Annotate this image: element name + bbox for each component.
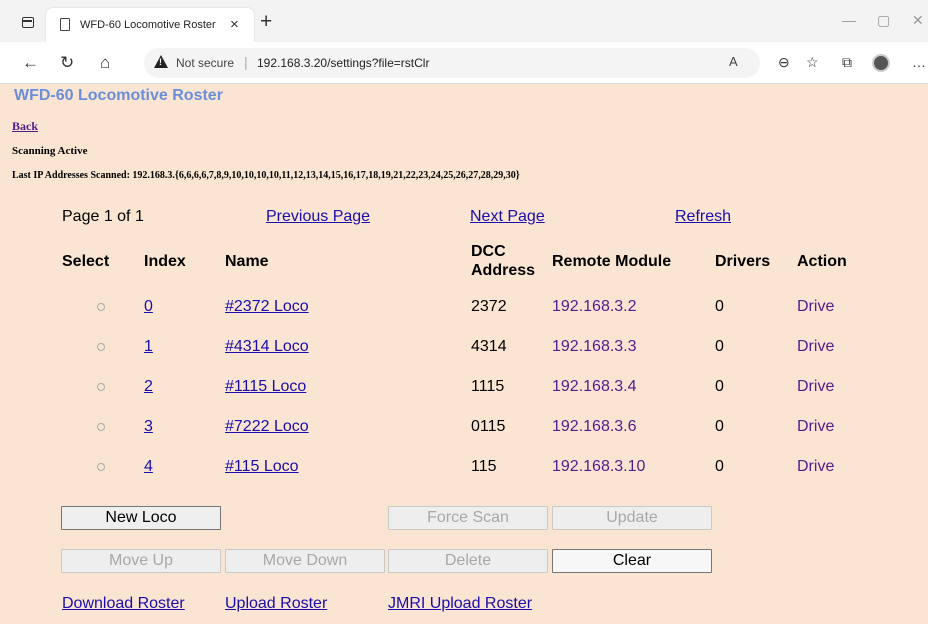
minimize-icon[interactable]: —	[842, 12, 856, 28]
page-icon	[60, 18, 70, 31]
clear-button[interactable]: Clear	[552, 549, 712, 573]
back-link[interactable]: Back	[12, 119, 38, 134]
zoom-icon[interactable]: ⊖	[778, 54, 790, 71]
browser-tab-bar: WFD-60 Locomotive Roster × + — ▢ ✕	[0, 0, 928, 42]
drive-link[interactable]: Drive	[797, 378, 834, 396]
name-link[interactable]: #7222 Loco	[225, 418, 309, 436]
table-row: 4 #115 Loco 115 192.168.3.10 0 Drive	[0, 450, 928, 490]
new-loco-button[interactable]: New Loco	[61, 506, 221, 530]
drivers-count: 0	[715, 378, 724, 395]
page-title: WFD-60 Locomotive Roster	[14, 87, 223, 104]
tab-actions-icon[interactable]	[22, 17, 34, 28]
dcc-address: 1115	[471, 378, 505, 395]
header-select: Select	[62, 253, 110, 270]
update-button[interactable]: Update	[552, 506, 712, 530]
table-row: 0 #2372 Loco 2372 192.168.3.2 0 Drive	[0, 290, 928, 330]
more-icon[interactable]: …	[912, 54, 926, 70]
collections-icon[interactable]: ⧉	[842, 54, 852, 71]
select-radio[interactable]	[97, 463, 105, 471]
browser-tab[interactable]: WFD-60 Locomotive Roster ×	[46, 8, 254, 42]
maximize-icon[interactable]: ▢	[877, 12, 890, 29]
name-link[interactable]: #4314 Loco	[225, 338, 309, 356]
drive-link[interactable]: Drive	[797, 418, 834, 436]
previous-page-link[interactable]: Previous Page	[266, 208, 370, 226]
remote-module-link[interactable]: 192.168.3.10	[552, 458, 645, 476]
close-tab-icon[interactable]: ×	[230, 16, 239, 33]
next-page-link[interactable]: Next Page	[470, 208, 545, 226]
page-content: WFD-60 Locomotive Roster Back Scanning A…	[0, 84, 928, 624]
security-label[interactable]: Not secure	[176, 56, 234, 70]
header-action: Action	[797, 253, 847, 270]
jmri-upload-roster-link[interactable]: JMRI Upload Roster	[388, 595, 532, 613]
table-row: 1 #4314 Loco 4314 192.168.3.3 0 Drive	[0, 330, 928, 370]
select-radio[interactable]	[97, 383, 105, 391]
remote-module-link[interactable]: 192.168.3.4	[552, 378, 637, 396]
address-bar[interactable]: Not secure | 192.168.3.20/settings?file=…	[144, 48, 760, 78]
drive-link[interactable]: Drive	[797, 458, 834, 476]
drive-link[interactable]: Drive	[797, 298, 834, 316]
page-info: Page 1 of 1	[62, 208, 144, 225]
home-icon[interactable]: ⌂	[100, 53, 110, 73]
favorites-icon[interactable]: ☆	[806, 54, 819, 71]
delete-button[interactable]: Delete	[388, 549, 548, 573]
select-radio[interactable]	[97, 303, 105, 311]
index-link[interactable]: 1	[144, 338, 153, 356]
dcc-address: 0115	[471, 418, 506, 435]
drivers-count: 0	[715, 298, 724, 315]
header-index: Index	[144, 253, 186, 270]
reload-icon[interactable]: ↻	[60, 53, 74, 73]
header-drivers: Drivers	[715, 253, 771, 270]
profile-avatar[interactable]	[872, 54, 890, 72]
url-text[interactable]: 192.168.3.20/settings?file=rstClr	[257, 56, 429, 70]
address-separator: |	[244, 54, 248, 70]
index-link[interactable]: 3	[144, 418, 153, 436]
drivers-count: 0	[715, 338, 724, 355]
scan-status: Scanning Active	[12, 145, 88, 157]
drivers-count: 0	[715, 418, 724, 435]
warning-icon[interactable]	[154, 55, 168, 68]
force-scan-button[interactable]: Force Scan	[388, 506, 548, 530]
last-scanned-ips: Last IP Addresses Scanned: 192.168.3.{6,…	[12, 170, 520, 181]
header-remote-module: Remote Module	[552, 253, 672, 270]
table-row: 3 #7222 Loco 0115 192.168.3.6 0 Drive	[0, 410, 928, 450]
remote-module-link[interactable]: 192.168.3.3	[552, 338, 637, 356]
index-link[interactable]: 0	[144, 298, 153, 316]
name-link[interactable]: #115 Loco	[225, 458, 299, 476]
address-bar-row: ← ↻ ⌂ Not secure | 192.168.3.20/settings…	[0, 42, 928, 84]
name-link[interactable]: #2372 Loco	[225, 298, 309, 316]
read-aloud-icon[interactable]: A	[729, 54, 738, 69]
dcc-address: 4314	[471, 338, 507, 355]
index-link[interactable]: 2	[144, 378, 153, 396]
download-roster-link[interactable]: Download Roster	[62, 595, 185, 613]
new-tab-icon[interactable]: +	[260, 10, 272, 34]
back-arrow-icon[interactable]: ←	[22, 53, 39, 73]
drive-link[interactable]: Drive	[797, 338, 834, 356]
close-window-icon[interactable]: ✕	[912, 12, 924, 29]
move-up-button[interactable]: Move Up	[61, 549, 221, 573]
select-radio[interactable]	[97, 423, 105, 431]
header-dcc-address: Address	[471, 262, 536, 279]
select-radio[interactable]	[97, 343, 105, 351]
dcc-address: 115	[471, 458, 497, 475]
index-link[interactable]: 4	[144, 458, 153, 476]
header-dcc: DCC	[471, 243, 506, 260]
move-down-button[interactable]: Move Down	[225, 549, 385, 573]
upload-roster-link[interactable]: Upload Roster	[225, 595, 327, 613]
header-name: Name	[225, 253, 269, 270]
remote-module-link[interactable]: 192.168.3.2	[552, 298, 637, 316]
table-row: 2 #1115 Loco 1115 192.168.3.4 0 Drive	[0, 370, 928, 410]
dcc-address: 2372	[471, 298, 507, 315]
remote-module-link[interactable]: 192.168.3.6	[552, 418, 637, 436]
name-link[interactable]: #1115 Loco	[225, 378, 306, 396]
refresh-link[interactable]: Refresh	[675, 208, 731, 226]
drivers-count: 0	[715, 458, 724, 475]
tab-title: WFD-60 Locomotive Roster	[80, 19, 216, 31]
